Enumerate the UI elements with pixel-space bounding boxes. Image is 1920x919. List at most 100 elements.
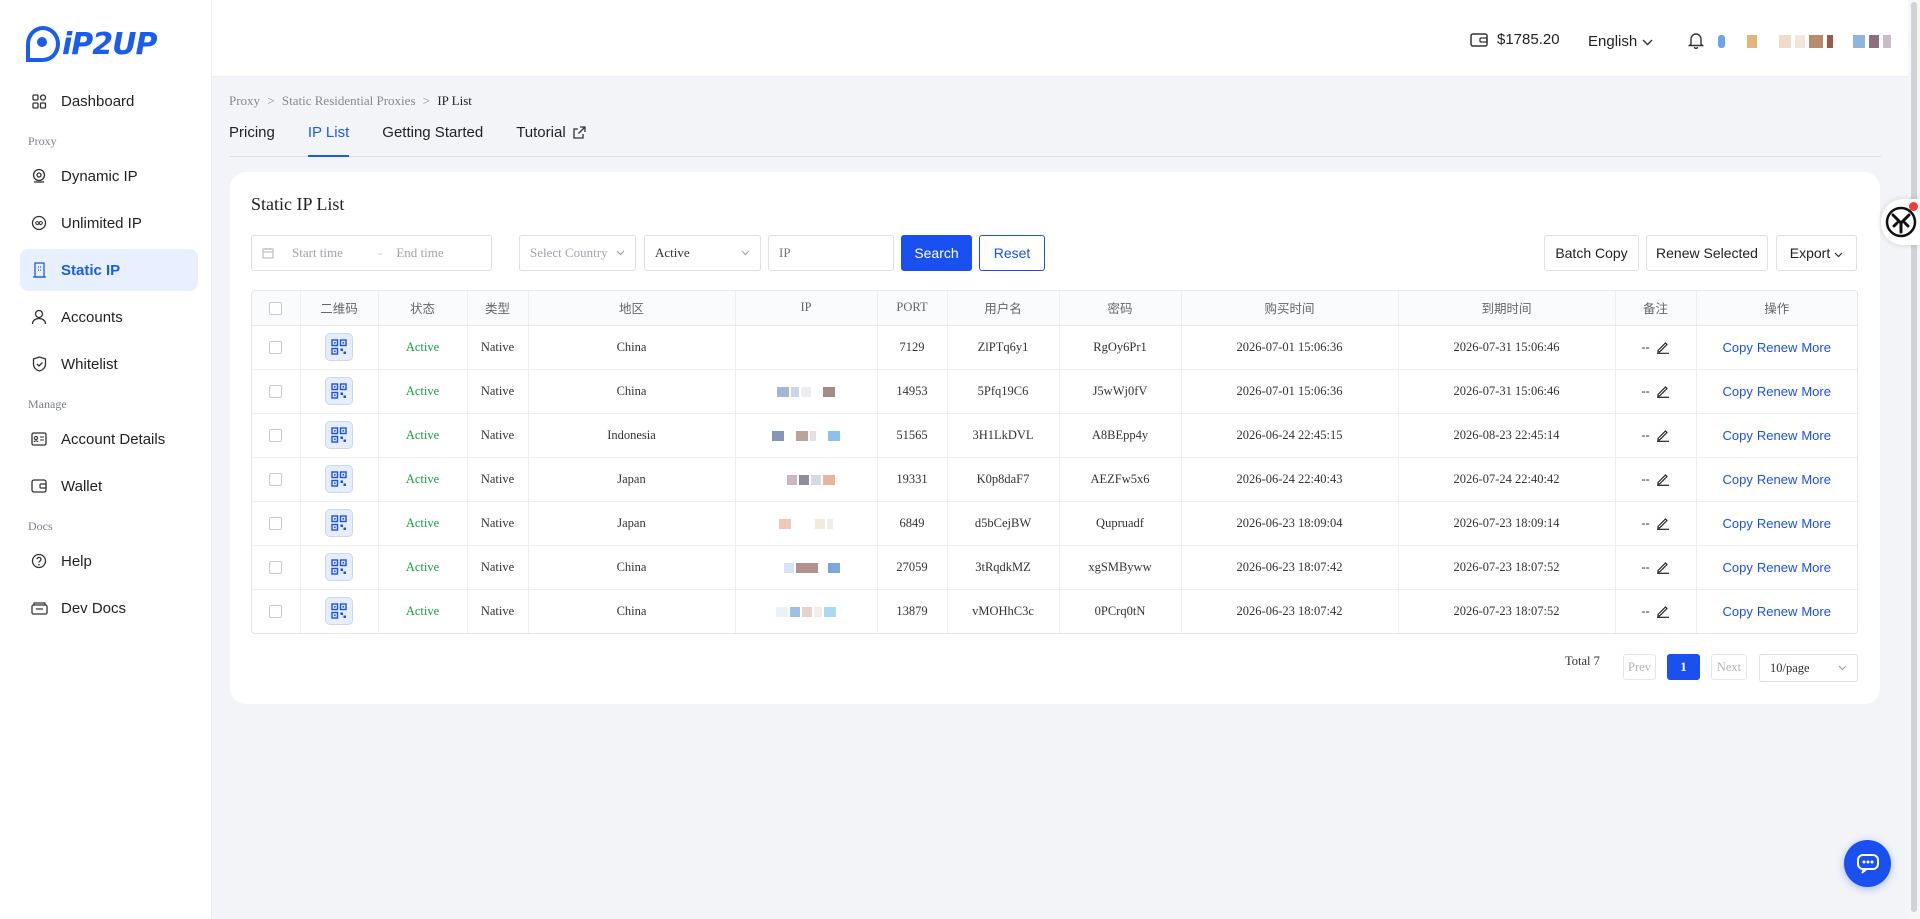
row-select-cell[interactable] — [252, 589, 301, 633]
password-cell: xgSMByww — [1059, 545, 1182, 590]
pagination-page-1[interactable]: 1 — [1667, 654, 1700, 680]
status-cell: Active — [378, 545, 468, 590]
row-checkbox[interactable] — [269, 341, 283, 355]
row-checkbox[interactable] — [269, 429, 283, 443]
user-avatar[interactable] — [1718, 35, 1891, 48]
wallet-balance[interactable]: $1785.20 — [1470, 31, 1560, 48]
sidebar-item-wallet[interactable]: Wallet — [20, 465, 198, 507]
qrcode-icon[interactable] — [325, 377, 353, 405]
row-select-cell[interactable] — [252, 545, 301, 590]
bell-icon[interactable] — [1687, 31, 1705, 54]
edit-icon[interactable] — [1656, 428, 1670, 442]
more-link[interactable]: More — [1801, 340, 1831, 355]
row-checkbox[interactable] — [269, 473, 283, 487]
column-header-remark: 备注 — [1615, 291, 1697, 326]
extension-float-button[interactable] — [1881, 199, 1920, 245]
batch-copy-button[interactable]: Batch Copy — [1544, 235, 1639, 271]
edit-icon[interactable] — [1656, 604, 1670, 619]
calendar-icon — [262, 248, 274, 259]
sidebar-item-account-details[interactable]: Account Details — [20, 418, 198, 460]
copy-link[interactable]: Copy — [1723, 516, 1753, 531]
renew-link[interactable]: Renew — [1757, 472, 1797, 487]
qrcode-icon[interactable] — [325, 465, 353, 493]
qrcode-icon[interactable] — [325, 421, 353, 449]
copy-link[interactable]: Copy — [1723, 472, 1753, 487]
qrcode-icon[interactable] — [325, 333, 353, 361]
copy-link[interactable]: Copy — [1723, 604, 1753, 619]
sidebar-item-dashboard[interactable]: Dashboard — [20, 80, 198, 122]
sidebar-item-accounts[interactable]: Accounts — [20, 296, 198, 338]
row-select-cell[interactable] — [252, 501, 301, 546]
qrcode-icon[interactable] — [325, 509, 353, 537]
more-link[interactable]: More — [1801, 384, 1831, 399]
ip-search-input[interactable] — [779, 245, 893, 261]
copy-link[interactable]: Copy — [1723, 340, 1753, 355]
edit-icon[interactable] — [1656, 384, 1670, 398]
country-select[interactable]: Select Country — [519, 235, 636, 271]
tab-label: Pricing — [229, 124, 275, 141]
column-header-ip: IP — [735, 291, 878, 326]
start-time-input[interactable]: Start time — [292, 245, 372, 261]
more-link[interactable]: More — [1801, 604, 1831, 619]
tab-ip-list[interactable]: IP List — [307, 124, 350, 157]
reset-button[interactable]: Reset — [979, 235, 1045, 271]
edit-icon[interactable] — [1656, 560, 1670, 574]
qrcode-icon[interactable] — [325, 553, 353, 581]
renew-link[interactable]: Renew — [1757, 428, 1797, 443]
row-select-cell[interactable] — [252, 457, 301, 502]
copy-link[interactable]: Copy — [1723, 560, 1753, 575]
more-link[interactable]: More — [1801, 560, 1831, 575]
renew-link[interactable]: Renew — [1757, 560, 1797, 575]
remark-cell: -- — [1615, 589, 1697, 633]
breadcrumb-item-static-residential[interactable]: Static Residential Proxies — [282, 93, 416, 108]
page-scrollbar[interactable] — [1908, 0, 1920, 919]
row-select-cell[interactable] — [252, 413, 301, 458]
row-select-cell[interactable] — [252, 369, 301, 414]
more-link[interactable]: More — [1801, 428, 1831, 443]
date-range-picker[interactable]: Start time - End time — [251, 235, 492, 271]
sidebar-item-dynamic-ip[interactable]: Dynamic IP — [20, 155, 198, 197]
sidebar-item-help[interactable]: Help — [20, 540, 198, 582]
brand-logo[interactable]: iP2UP — [26, 24, 157, 64]
renew-selected-button[interactable]: Renew Selected — [1646, 235, 1768, 271]
row-checkbox[interactable] — [269, 385, 283, 399]
renew-link[interactable]: Renew — [1757, 384, 1797, 399]
pagination-prev-button[interactable]: Prev — [1623, 654, 1656, 680]
qrcode-icon[interactable] — [325, 597, 353, 626]
chevron-down-icon — [1834, 245, 1843, 261]
more-link[interactable]: More — [1801, 516, 1831, 531]
tab-tutorial[interactable]: Tutorial — [516, 124, 586, 157]
sidebar-item-unlimited-ip[interactable]: Unlimited IP — [20, 202, 198, 244]
select-all-checkbox[interactable] — [269, 301, 283, 315]
pagination-next-button[interactable]: Next — [1711, 654, 1747, 680]
language-select[interactable]: English — [1588, 33, 1653, 50]
tab-getting-started[interactable]: Getting Started — [382, 124, 483, 157]
edit-icon[interactable] — [1656, 472, 1670, 486]
row-checkbox[interactable] — [269, 561, 283, 575]
copy-link[interactable]: Copy — [1723, 428, 1753, 443]
page-size-select[interactable]: 10/page — [1759, 654, 1858, 682]
sidebar-item-whitelist[interactable]: Whitelist — [20, 343, 198, 385]
renew-link[interactable]: Renew — [1757, 604, 1797, 619]
sidebar-item-dev-docs[interactable]: Dev Docs — [20, 587, 198, 629]
breadcrumb-item-proxy[interactable]: Proxy — [229, 93, 260, 108]
renew-link[interactable]: Renew — [1757, 340, 1797, 355]
tab-pricing[interactable]: Pricing — [229, 124, 275, 157]
edit-icon[interactable] — [1656, 340, 1670, 354]
sidebar-item-static-ip[interactable]: Static IP — [20, 249, 198, 291]
more-link[interactable]: More — [1801, 472, 1831, 487]
copy-link[interactable]: Copy — [1723, 384, 1753, 399]
edit-icon[interactable] — [1656, 516, 1670, 530]
search-button[interactable]: Search — [901, 235, 972, 271]
status-select[interactable]: Active — [644, 235, 761, 271]
renew-link[interactable]: Renew — [1757, 516, 1797, 531]
row-select-cell[interactable] — [252, 325, 301, 370]
ip-search-field[interactable] — [768, 235, 894, 271]
end-time-input[interactable]: End time — [396, 245, 443, 261]
row-checkbox[interactable] — [269, 605, 283, 619]
select-all-cell[interactable] — [252, 291, 301, 326]
chat-support-button[interactable] — [1844, 840, 1891, 887]
export-button[interactable]: Export — [1776, 235, 1857, 271]
sidebar-item-label: Dev Docs — [61, 599, 127, 617]
row-checkbox[interactable] — [269, 517, 283, 531]
